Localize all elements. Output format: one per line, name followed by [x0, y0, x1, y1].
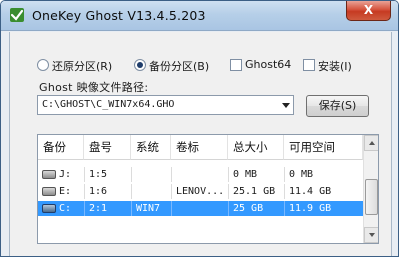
vertical-scrollbar[interactable]	[363, 135, 378, 243]
ghost-app-icon	[10, 8, 24, 22]
save-button[interactable]: 保存(S)	[306, 95, 369, 117]
total-cell: 25 GB	[228, 201, 284, 216]
system-cell	[131, 184, 171, 199]
label-cell: LENOV...	[171, 184, 228, 199]
table-header: 备份 盘号 系统 卷标 总大小 可用空间	[38, 135, 363, 160]
column-header-free[interactable]: 可用空间	[284, 135, 363, 160]
drive-letter: C:	[59, 203, 72, 214]
table-row[interactable]: E: 1:6 LENOV... 25.1 GB 11.4 GB	[38, 184, 363, 199]
total-cell: 25.1 GB	[228, 184, 284, 199]
table-row[interactable]: J: 1:5 0 MB 0 MB	[38, 167, 363, 182]
label-cell	[171, 167, 228, 182]
scroll-down-icon[interactable]	[364, 227, 378, 243]
scroll-thumb[interactable]	[365, 179, 378, 215]
title-bar[interactable]: OneKey Ghost V13.4.5.203 X	[1, 1, 398, 31]
app-window: OneKey Ghost V13.4.5.203 X 还原分区(R) 备份分区(…	[0, 0, 399, 257]
drive-letter: J:	[59, 169, 72, 180]
free-cell: 11.9 GB	[284, 201, 363, 216]
ghost64-label: Ghost64	[245, 58, 292, 71]
ghost64-option[interactable]: Ghost64	[230, 57, 292, 73]
label-cell	[171, 201, 228, 216]
install-label: 安装(I)	[318, 60, 352, 73]
restore-label: 还原分区(R)	[52, 60, 113, 73]
install-checkbox[interactable]	[303, 59, 315, 71]
image-path-value: C:\GHOST\C_WIN7x64.GHO	[42, 99, 175, 110]
main-panel: 还原分区(R) 备份分区(B) Ghost64 安装(I) Ghost 映像文件…	[9, 32, 392, 256]
backup-cell: J:	[38, 167, 84, 182]
disk-cell: 1:6	[84, 184, 131, 199]
free-cell: 11.4 GB	[284, 184, 363, 199]
chevron-down-icon[interactable]	[282, 103, 290, 108]
column-header-backup[interactable]: 备份	[38, 135, 84, 160]
backup-radio[interactable]	[134, 59, 146, 71]
hard-disk-icon	[42, 187, 56, 196]
hard-disk-icon	[42, 204, 56, 213]
restore-radio[interactable]	[37, 59, 49, 71]
backup-label: 备份分区(B)	[149, 60, 210, 73]
column-header-disk[interactable]: 盘号	[84, 135, 131, 160]
column-header-total[interactable]: 总大小	[228, 135, 284, 160]
table-row-selected[interactable]: C: 2:1 WIN7 25 GB 11.9 GB	[38, 201, 363, 216]
system-cell: WIN7	[131, 201, 171, 216]
hard-disk-icon	[42, 170, 56, 179]
path-caption: Ghost 映像文件路径:	[39, 81, 149, 94]
backup-cell: C:	[38, 201, 84, 216]
partition-table: 备份 盘号 系统 卷标 总大小 可用空间 J: 1:5 0 MB 0 MB E:…	[37, 134, 379, 244]
close-button[interactable]: X	[346, 1, 391, 21]
backup-cell: E:	[38, 184, 84, 199]
disk-cell: 2:1	[84, 201, 131, 216]
column-header-label[interactable]: 卷标	[171, 135, 228, 160]
disk-cell: 1:5	[84, 167, 131, 182]
column-header-system[interactable]: 系统	[131, 135, 171, 160]
install-option[interactable]: 安装(I)	[303, 57, 365, 73]
scroll-up-icon[interactable]	[364, 135, 378, 151]
system-cell	[131, 167, 171, 182]
backup-option[interactable]: 备份分区(B)	[134, 57, 224, 73]
ghost64-checkbox[interactable]	[230, 59, 242, 71]
restore-option[interactable]: 还原分区(R)	[37, 57, 127, 73]
drive-letter: E:	[59, 186, 72, 197]
image-path-combobox[interactable]: C:\GHOST\C_WIN7x64.GHO	[37, 95, 294, 115]
total-cell: 0 MB	[228, 167, 284, 182]
free-cell: 0 MB	[284, 167, 363, 182]
window-title: OneKey Ghost V13.4.5.203	[32, 8, 206, 23]
